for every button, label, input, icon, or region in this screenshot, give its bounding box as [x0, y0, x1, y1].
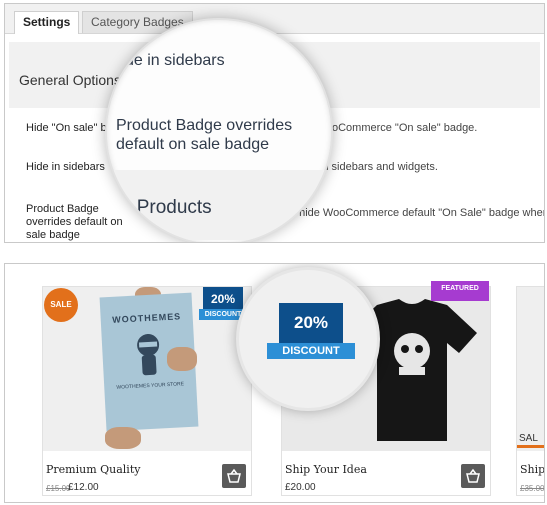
basket-icon	[466, 468, 480, 483]
partial-sale-label: SAL	[519, 433, 538, 444]
tab-bar: Settings Category Badges	[5, 4, 544, 34]
product-name[interactable]: Ship	[520, 463, 544, 476]
price-current: £12.00	[68, 482, 99, 493]
price-old: £35.00	[520, 484, 545, 493]
product-card-premium-quality[interactable]: WOOTHEMES WOOTHEMES YOUR STORE SALE 20% …	[42, 286, 252, 496]
hand-right	[167, 347, 197, 371]
hand-bottom	[105, 427, 141, 449]
magnified-line-1: Product Badge overrides	[116, 117, 293, 134]
settings-panel: Settings Category Badges General Options…	[4, 3, 545, 243]
sale-underline	[517, 445, 544, 448]
sale-badge: SALE	[44, 288, 78, 322]
product-image[interactable]: SAL	[517, 287, 544, 451]
price-current: £20.00	[285, 482, 316, 493]
magnified-section-title: ent Products	[105, 197, 212, 218]
tab-settings[interactable]: Settings	[14, 11, 80, 34]
ninja-mascot-icon	[137, 334, 160, 376]
product-name[interactable]: Ship Your Idea	[285, 463, 367, 476]
magnified-discount-ribbon: DISCOUNT	[267, 343, 355, 359]
magnified-line-2: default on sale badge	[116, 136, 270, 153]
row-label-hide-on-sale: Hide "On sale" b	[26, 122, 107, 134]
magnifier-lens: 20% DISCOUNT	[236, 267, 380, 411]
magnified-text-overrides: Product Badge overrides default on sale …	[116, 116, 292, 154]
basket-icon	[227, 468, 241, 483]
row-label-hide-in-sidebars: Hide in sidebars	[26, 161, 105, 173]
featured-badge: FEATURED	[431, 281, 489, 301]
section-title: General Options	[19, 72, 121, 88]
poster-subtitle: WOOTHEMES YOUR STORE	[116, 381, 185, 391]
add-to-cart-button[interactable]	[222, 464, 246, 488]
products-panel: WOOTHEMES WOOTHEMES YOUR STORE SALE 20% …	[4, 263, 545, 503]
product-name[interactable]: Premium Quality	[46, 463, 140, 476]
product-card-partial[interactable]: SAL Ship £35.00	[516, 286, 545, 496]
magnified-text-sidebars: de in sidebars	[125, 52, 225, 69]
magnifier-lens: de in sidebars Product Badge overrides d…	[105, 18, 333, 242]
add-to-cart-button[interactable]	[461, 464, 485, 488]
poster-title: WOOTHEMES	[111, 311, 182, 325]
price-old: £15.00	[46, 484, 71, 493]
magnified-discount-badge: 20% DISCOUNT	[267, 303, 355, 381]
